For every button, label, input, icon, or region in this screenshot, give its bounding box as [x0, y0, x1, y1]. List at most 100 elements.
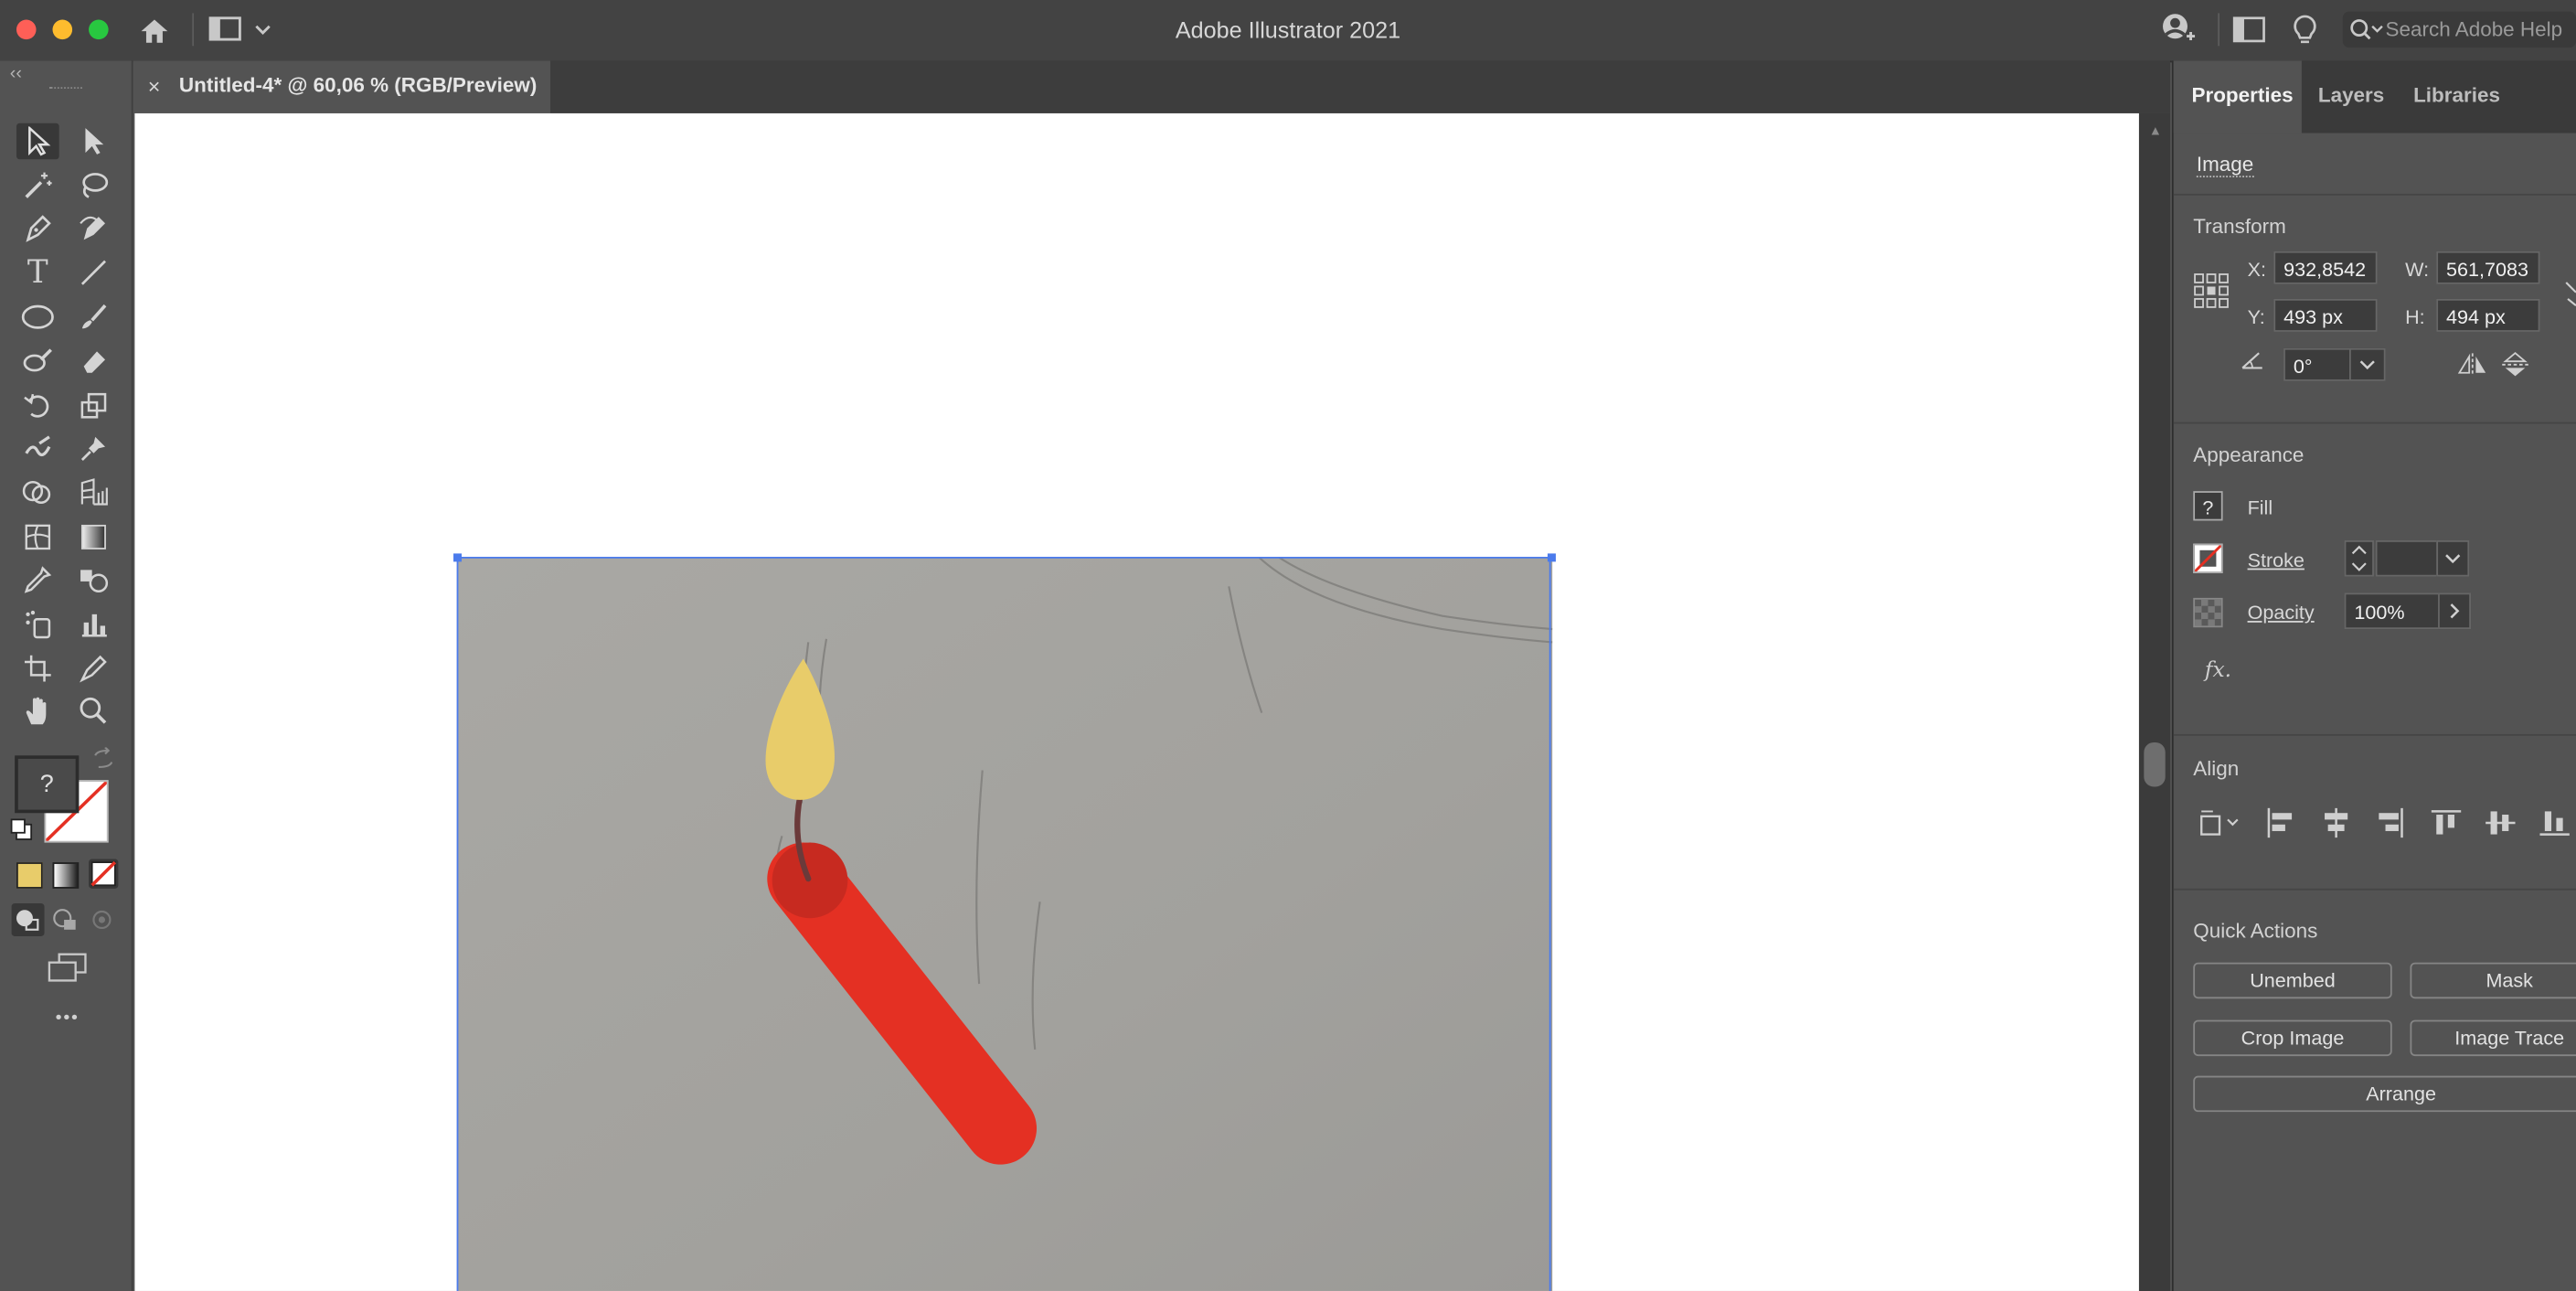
fx-effects-button[interactable]: fx. — [2205, 658, 2231, 683]
stroke-label[interactable]: Stroke — [2248, 549, 2305, 571]
unembed-button[interactable]: Unembed — [2193, 962, 2392, 999]
align-right-icon[interactable] — [2374, 806, 2407, 839]
perspective-grid-tool-icon[interactable] — [72, 475, 115, 511]
lasso-tool-icon[interactable] — [72, 167, 115, 204]
scroll-up-arrow-icon[interactable]: ▲ — [2149, 123, 2162, 138]
align-bottom-icon[interactable] — [2539, 806, 2571, 839]
selection-handle[interactable] — [453, 553, 463, 562]
warp-tool-icon[interactable] — [16, 431, 59, 467]
crop-image-button[interactable]: Crop Image — [2193, 1019, 2392, 1057]
fill-color-swatch[interactable]: ? — [2193, 491, 2223, 521]
align-vertical-center-icon[interactable] — [2484, 806, 2517, 839]
edit-toolbar-button[interactable]: ••• — [39, 1008, 95, 1031]
color-mode-button[interactable] — [16, 862, 43, 889]
arrange-button[interactable]: Arrange — [2193, 1075, 2576, 1113]
flip-vertical-icon[interactable] — [2502, 351, 2528, 378]
canvas-area[interactable]: ▲ — [133, 112, 2171, 1291]
ellipse-tool-icon[interactable] — [16, 299, 59, 336]
vertical-scrollbar[interactable]: ▲ — [2138, 112, 2171, 1291]
type-tool-icon[interactable]: T — [16, 254, 59, 291]
artboard-tool-icon[interactable] — [16, 650, 59, 687]
gradient-mode-button[interactable] — [52, 862, 80, 889]
w-field[interactable]: 561,7083 — [2436, 251, 2540, 284]
slice-tool-icon[interactable] — [72, 650, 115, 687]
h-field[interactable]: 494 px — [2436, 298, 2540, 332]
stroke-weight-dropdown[interactable] — [2436, 540, 2470, 577]
mesh-tool-icon[interactable] — [16, 519, 59, 556]
stroke-weight-stepper[interactable] — [2344, 540, 2374, 577]
constrain-proportions-icon[interactable] — [2564, 276, 2576, 313]
paintbrush-tool-icon[interactable] — [72, 299, 115, 336]
magic-wand-tool-icon[interactable] — [16, 167, 59, 204]
mask-button[interactable]: Mask — [2410, 962, 2576, 999]
default-fill-stroke-icon[interactable] — [10, 818, 33, 841]
pin-tool-icon[interactable] — [72, 431, 115, 467]
rotate-tool-icon[interactable] — [16, 388, 59, 424]
swap-fill-stroke-icon[interactable] — [92, 746, 115, 770]
shape-builder-tool-icon[interactable] — [16, 475, 59, 511]
none-mode-button[interactable] — [89, 859, 119, 889]
tools-panel: ‹‹ T ? ••• — [0, 60, 133, 1291]
rotate-angle-icon — [2240, 348, 2266, 371]
placed-image[interactable] — [456, 556, 1553, 1291]
change-screen-mode-icon[interactable] — [46, 951, 89, 984]
arrange-documents-icon[interactable] — [2232, 16, 2265, 43]
flip-horizontal-icon[interactable] — [2457, 353, 2487, 377]
gradient-tool-icon[interactable] — [72, 519, 115, 556]
close-tab-button[interactable]: × — [148, 60, 161, 112]
rotate-angle-field[interactable]: 0° — [2283, 347, 2353, 381]
x-field[interactable]: 932,8542 — [2273, 251, 2378, 284]
column-graph-tool-icon[interactable] — [72, 606, 115, 643]
tab-libraries[interactable]: Libraries — [2413, 84, 2500, 107]
align-top-icon[interactable] — [2430, 806, 2463, 839]
opacity-icon — [2193, 597, 2223, 628]
shaper-tool-icon[interactable] — [16, 343, 59, 379]
align-to-selection-icon[interactable] — [2197, 806, 2242, 839]
image-trace-button[interactable]: Image Trace — [2410, 1019, 2576, 1057]
h-label: H: — [2405, 305, 2425, 329]
selection-tool-icon[interactable] — [16, 123, 59, 160]
stroke-color-swatch[interactable] — [2193, 543, 2223, 573]
document-tab[interactable]: × Untitled-4* @ 60,06 % (RGB/Preview) — [133, 60, 551, 113]
draw-behind-icon[interactable] — [49, 903, 82, 936]
pen-tool-icon[interactable] — [16, 210, 59, 247]
eyedropper-tool-icon[interactable] — [16, 561, 59, 598]
collapse-panel-icon[interactable]: ‹‹ — [10, 64, 22, 84]
draw-normal-icon[interactable] — [11, 903, 45, 936]
quick-actions-section-title: Quick Actions — [2193, 919, 2318, 944]
object-type-label[interactable]: Image — [2196, 153, 2254, 178]
properties-panel: Properties Layers Libraries Image Transf… — [2171, 60, 2576, 1291]
y-field[interactable]: 493 px — [2273, 298, 2378, 332]
scrollbar-thumb[interactable] — [2144, 742, 2166, 787]
direct-selection-tool-icon[interactable] — [72, 123, 115, 160]
tab-layers[interactable]: Layers — [2318, 84, 2384, 107]
draw-inside-icon[interactable] — [87, 903, 120, 936]
scale-tool-icon[interactable] — [72, 388, 115, 424]
line-segment-tool-icon[interactable] — [72, 254, 115, 291]
align-left-icon[interactable] — [2264, 806, 2297, 839]
opacity-label[interactable]: Opacity — [2248, 601, 2315, 624]
opacity-field[interactable]: 100% — [2344, 592, 2440, 630]
rotate-angle-dropdown[interactable] — [2348, 347, 2386, 381]
symbol-sprayer-tool-icon[interactable] — [16, 606, 59, 643]
lightbulb-icon[interactable] — [2290, 13, 2319, 46]
eraser-tool-icon[interactable] — [72, 343, 115, 379]
user-account-icon[interactable] — [2160, 12, 2197, 48]
panel-grip[interactable] — [48, 87, 82, 91]
zoom-tool-icon[interactable] — [72, 693, 115, 730]
artboard[interactable] — [134, 112, 2139, 1291]
tab-properties[interactable]: Properties — [2191, 84, 2293, 107]
blend-tool-icon[interactable] — [72, 561, 115, 598]
stroke-weight-field[interactable] — [2375, 540, 2439, 577]
hand-tool-icon[interactable] — [16, 693, 59, 730]
opacity-slider-button[interactable] — [2438, 592, 2471, 630]
title-bar: Adobe Illustrator 2021 Search Adobe Help — [0, 0, 2576, 63]
fill-swatch[interactable]: ? — [15, 755, 80, 814]
transform-section-title: Transform — [2193, 215, 2286, 239]
selection-handle[interactable] — [1547, 553, 1556, 562]
w-label: W: — [2405, 258, 2430, 282]
search-adobe-help-input[interactable]: Search Adobe Help — [2342, 11, 2576, 48]
reference-point-icon[interactable] — [2193, 272, 2230, 309]
curvature-tool-icon[interactable] — [72, 210, 115, 247]
align-horizontal-center-icon[interactable] — [2320, 806, 2353, 839]
